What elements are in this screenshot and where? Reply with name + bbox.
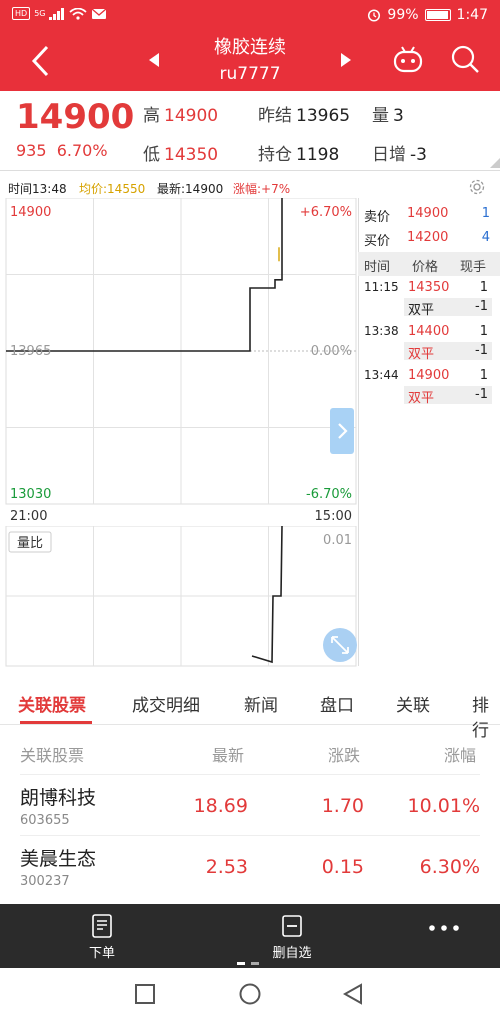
stock-code: 603655 bbox=[20, 813, 70, 828]
sell-row: 卖价 14900 1 bbox=[364, 206, 490, 225]
hd-badge: HD bbox=[12, 7, 31, 20]
next-contract-icon[interactable] bbox=[340, 52, 352, 68]
buy-price: 14200 bbox=[407, 230, 449, 245]
tab-trade-details[interactable]: 成交明细 bbox=[132, 691, 200, 716]
tab-related[interactable]: 关联 bbox=[396, 691, 430, 716]
search-icon[interactable] bbox=[450, 44, 480, 74]
tick-row: 13:38 14400 1 双平 -1 bbox=[358, 324, 500, 364]
chart-header: 时间13:48 均价:14550 最新:14900 涨幅:+7% bbox=[0, 177, 500, 197]
stock-change-pct: 10.01% bbox=[407, 795, 480, 817]
volume-ratio-label: 量比 bbox=[17, 536, 43, 551]
volume-ratio-line bbox=[251, 526, 283, 664]
top-header: HD 5G 99% 1:47 橡胶连续 ru7777 bbox=[0, 0, 500, 91]
mail-icon bbox=[92, 8, 107, 19]
buy-qty: 4 bbox=[481, 230, 490, 245]
expand-sidebar-button[interactable] bbox=[330, 408, 354, 454]
bottom-action-bar: 下单 删自选 bbox=[0, 904, 500, 968]
x-start-label: 21:00 bbox=[10, 509, 47, 524]
x-end-label: 15:00 bbox=[315, 509, 352, 524]
status-bar: HD 5G 99% 1:47 bbox=[0, 0, 500, 30]
change-value: 935 bbox=[16, 141, 47, 160]
chart-time: 时间13:48 bbox=[8, 182, 67, 196]
last-price: 14900 bbox=[16, 97, 135, 137]
volume-grid bbox=[5, 526, 357, 667]
volume-item: 量3 bbox=[372, 106, 404, 126]
chart-avg: 均价:14550 bbox=[79, 182, 146, 196]
stock-name: 美晨生态 bbox=[20, 848, 97, 870]
tab-ranking[interactable]: 排行 bbox=[472, 691, 500, 741]
contract-code: ru7777 bbox=[219, 64, 281, 84]
order-button[interactable]: 下单 bbox=[80, 914, 124, 961]
recent-apps-icon[interactable] bbox=[134, 983, 156, 1005]
nav-bar: 橡胶连续 ru7777 bbox=[0, 30, 500, 91]
open-interest-item: 持仓 1198 bbox=[258, 145, 340, 165]
y-right-mid-label: 0.00% bbox=[311, 344, 352, 359]
alarm-icon bbox=[368, 9, 381, 22]
chart-change: 涨幅:+7% bbox=[233, 182, 291, 196]
settings-gear-icon[interactable] bbox=[468, 178, 486, 196]
sell-qty: 1 bbox=[481, 206, 490, 221]
quote-summary: 14900 935 6.70% 高 14900 低 14350 昨结 13965 持仓… bbox=[0, 91, 500, 171]
stock-latest: 2.53 bbox=[205, 856, 248, 878]
contract-title: 橡胶连续 bbox=[214, 37, 286, 58]
volume-right-top-label: 0.01 bbox=[323, 533, 352, 548]
signal-icon bbox=[49, 7, 65, 20]
more-dots-icon bbox=[429, 925, 459, 931]
price-change: 935 6.70% bbox=[16, 141, 108, 160]
back-icon[interactable] bbox=[342, 983, 364, 1005]
price-line-chart[interactable]: 14900 13965 13030 +6.70% 0.00% -6.70% 21… bbox=[0, 198, 358, 526]
page-indicator bbox=[237, 962, 259, 965]
remove-watchlist-label: 删自选 bbox=[272, 946, 312, 961]
battery-icon bbox=[424, 9, 451, 21]
network-type: 5G bbox=[34, 9, 46, 18]
ticks-header: 时间 价格 现手 bbox=[358, 252, 500, 276]
info-tabs: 关联股票 成交明细 新闻 盘口 关联 排行 bbox=[0, 683, 500, 741]
stock-change: 0.15 bbox=[321, 856, 364, 878]
stock-name: 朗博科技 bbox=[20, 787, 97, 809]
chevron-right-icon bbox=[338, 423, 348, 439]
chart-latest: 最新:14900 bbox=[157, 182, 224, 196]
clock: 1:47 bbox=[456, 7, 488, 23]
daily-inc-item: 日增 -3 bbox=[372, 145, 427, 165]
stock-code: 300237 bbox=[20, 874, 70, 889]
tick-row: 13:44 14900 1 双平 -1 bbox=[358, 368, 500, 408]
order-label: 下单 bbox=[88, 946, 115, 961]
y-right-top-label: +6.70% bbox=[300, 205, 352, 220]
active-tab-indicator bbox=[20, 721, 92, 724]
y-right-bottom-label: -6.70% bbox=[306, 487, 352, 502]
system-nav-bar bbox=[0, 968, 500, 1020]
tab-related-stocks[interactable]: 关联股票 bbox=[18, 691, 86, 716]
high-item: 高 14900 bbox=[143, 106, 219, 126]
remove-watchlist-button[interactable]: 删自选 bbox=[262, 914, 322, 961]
table-row[interactable]: 美晨生态 300237 2.53 0.15 6.30% bbox=[20, 835, 480, 897]
prev-settle-item: 昨结 13965 bbox=[258, 106, 351, 126]
wifi-icon bbox=[69, 7, 88, 20]
corner-triangle-icon bbox=[490, 158, 500, 168]
tab-news[interactable]: 新闻 bbox=[244, 691, 278, 716]
y-bottom-label: 13030 bbox=[10, 487, 51, 502]
tab-order-book[interactable]: 盘口 bbox=[320, 691, 354, 716]
volume-ratio-chart[interactable]: 量比 0.01 bbox=[0, 526, 358, 668]
tick-row: 11:15 14350 1 双平 -1 bbox=[358, 280, 500, 320]
stock-change: 1.70 bbox=[321, 795, 364, 817]
y-mid-label: 13965 bbox=[10, 344, 51, 359]
battery-text: 99% bbox=[387, 7, 419, 23]
trade-sidebar: 卖价 14900 1 买价 14200 4 时间 价格 现手 11:15 143… bbox=[330, 198, 500, 666]
stock-change-pct: 6.30% bbox=[419, 856, 480, 878]
home-icon[interactable] bbox=[238, 982, 262, 1006]
order-form-icon bbox=[92, 914, 112, 938]
stock-latest: 18.69 bbox=[193, 795, 248, 817]
remove-watchlist-icon bbox=[282, 915, 302, 937]
change-pct: 6.70% bbox=[56, 141, 108, 160]
buy-row: 买价 14200 4 bbox=[364, 230, 490, 249]
robot-icon[interactable] bbox=[393, 44, 423, 74]
low-item: 低 14350 bbox=[143, 145, 219, 165]
stocks-table-header: 关联股票 最新 涨跌 涨幅 bbox=[20, 746, 477, 765]
more-button[interactable] bbox=[424, 922, 464, 937]
y-top-label: 14900 bbox=[10, 205, 51, 220]
sell-price: 14900 bbox=[407, 206, 449, 221]
table-row[interactable]: 朗博科技 603655 18.69 1.70 10.01% bbox=[20, 774, 480, 836]
